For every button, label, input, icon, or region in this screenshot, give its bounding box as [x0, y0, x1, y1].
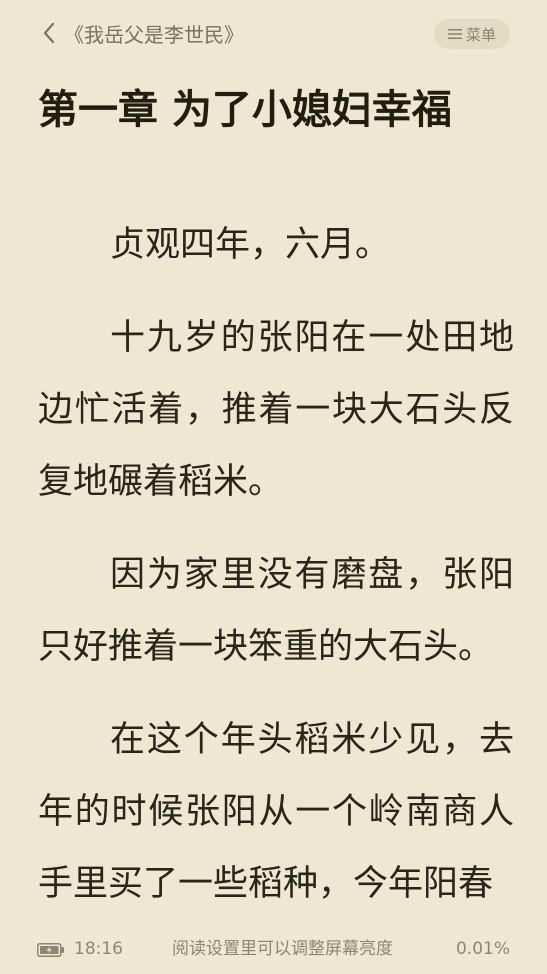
paragraph: 贞观四年，六月。: [110, 225, 391, 265]
status-bar: 18:16 阅读设置里可以调整屏幕亮度 0.01%: [0, 934, 547, 964]
clock-time: 18:16: [74, 939, 123, 959]
menu-label: 菜单: [465, 25, 496, 44]
reading-content[interactable]: 贞观四年，六月。 十九岁的张阳在一处田地边忙活着，推着一块大石头反复地碾着稻米。…: [38, 209, 514, 941]
top-bar: 《我岳父是李世民》 菜单: [0, 0, 547, 70]
back-button[interactable]: [36, 20, 62, 50]
paragraph: 十九岁的张阳在一处田地边忙活着，推着一块大石头反复地碾着稻米。: [38, 318, 514, 502]
paragraph: 因为家里没有磨盘，张阳只好推着一块笨重的大石头。: [38, 555, 514, 667]
reading-progress: 0.01%: [455, 939, 510, 959]
chapter-title: 第一章 为了小媳妇幸福: [38, 87, 452, 133]
battery-charging-icon: [37, 942, 65, 962]
brightness-hint: 阅读设置里可以调整屏幕亮度: [172, 939, 393, 959]
paragraph: 在这个年头稻米少见，去年的时候张阳从一个岭南商人手里买了一些稻种，今年阳春: [38, 720, 514, 904]
chevron-left-icon: [42, 22, 56, 48]
hamburger-menu-icon: [447, 28, 462, 40]
book-title[interactable]: 《我岳父是李世民》: [64, 20, 244, 50]
menu-button[interactable]: 菜单: [434, 19, 510, 49]
